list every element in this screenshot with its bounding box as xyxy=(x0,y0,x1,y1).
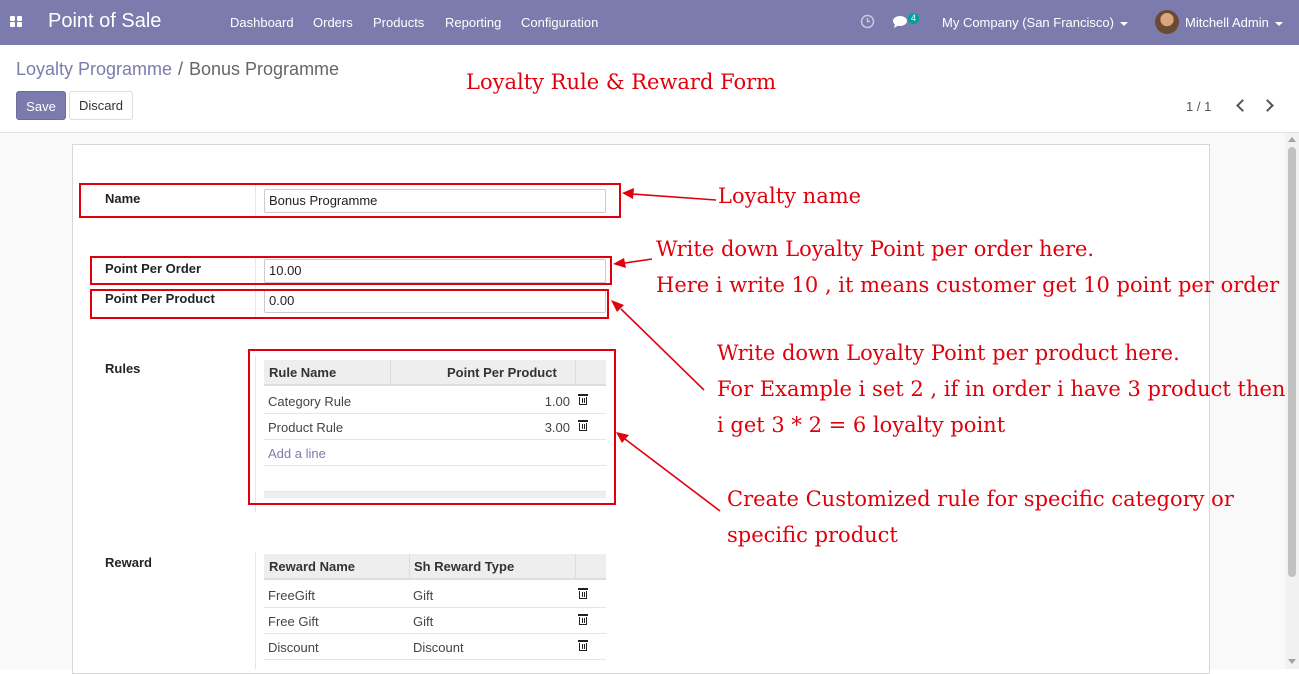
apps-menu-icon[interactable] xyxy=(10,16,23,28)
reward-type-cell: Gift xyxy=(413,614,434,629)
breadcrumb-parent[interactable]: Loyalty Programme xyxy=(16,59,172,80)
reward-label: Reward xyxy=(105,555,152,570)
reward-name-cell: Discount xyxy=(268,640,319,655)
annotation-title: Loyalty Rule & Reward Form xyxy=(466,70,777,94)
annotation-per-product-line3: i get 3 * 2 = 6 loyalty point xyxy=(717,413,1006,437)
menu-configuration[interactable]: Configuration xyxy=(521,15,598,30)
column-divider xyxy=(575,554,576,578)
annotation-per-product-line1: Write down Loyalty Point per product her… xyxy=(717,341,1180,365)
messages-icon[interactable] xyxy=(893,15,909,29)
vertical-scrollbar[interactable] xyxy=(1285,133,1299,669)
trash-icon[interactable] xyxy=(578,640,588,652)
breadcrumb-current: Bonus Programme xyxy=(189,59,340,79)
column-divider xyxy=(409,554,410,578)
avatar[interactable] xyxy=(1155,10,1179,34)
menu-dashboard[interactable]: Dashboard xyxy=(230,15,294,30)
table-row[interactable]: Discount Discount xyxy=(264,634,606,660)
rules-label: Rules xyxy=(105,361,141,376)
save-button[interactable]: Save xyxy=(16,91,66,120)
reward-name-cell: FreeGift xyxy=(268,588,315,603)
top-navbar: Point of Sale Dashboard Orders Products … xyxy=(0,0,1299,45)
annotation-per-product-line2: For Example i set 2 , if in order i have… xyxy=(717,377,1286,401)
trash-icon[interactable] xyxy=(578,588,588,600)
pager-next-icon[interactable] xyxy=(1262,97,1276,113)
scroll-thumb[interactable] xyxy=(1288,147,1296,577)
menu-reporting[interactable]: Reporting xyxy=(445,15,501,30)
discard-button[interactable]: Discard xyxy=(69,91,133,120)
trash-icon[interactable] xyxy=(578,614,588,626)
form-sheet xyxy=(72,144,1210,674)
column-reward-type[interactable]: Sh Reward Type xyxy=(414,559,514,574)
pager-value: 1 / 1 xyxy=(1186,99,1212,114)
activity-clock-icon[interactable] xyxy=(860,14,875,29)
reward-name-cell: Free Gift xyxy=(268,614,319,629)
chevron-down-icon xyxy=(1274,21,1283,26)
column-reward-name[interactable]: Reward Name xyxy=(269,559,355,574)
menu-products[interactable]: Products xyxy=(373,15,424,30)
messages-badge: 4 xyxy=(908,13,920,24)
company-switcher[interactable]: My Company (San Francisco) xyxy=(942,15,1128,30)
annotation-rules-line1: Create Customized rule for specific cate… xyxy=(727,487,1234,511)
reward-table-header: Reward Name Sh Reward Type xyxy=(264,554,606,580)
company-name: My Company (San Francisco) xyxy=(942,15,1114,30)
annotation-per-order-line2: Here i write 10 , it means customer get … xyxy=(656,273,1280,297)
scroll-down-icon[interactable] xyxy=(1288,659,1296,664)
field-divider xyxy=(255,552,256,669)
user-name: Mitchell Admin xyxy=(1185,15,1269,30)
app-brand[interactable]: Point of Sale xyxy=(48,10,161,33)
annotation-per-order-line1: Write down Loyalty Point per order here. xyxy=(656,237,1095,261)
user-menu[interactable]: Mitchell Admin xyxy=(1185,15,1283,30)
chevron-down-icon xyxy=(1119,21,1128,26)
annotation-box-rules xyxy=(248,349,616,505)
table-row[interactable]: FreeGift Gift xyxy=(264,582,606,608)
reward-table: Reward Name Sh Reward Type FreeGift Gift… xyxy=(264,554,606,669)
reward-type-cell: Discount xyxy=(413,640,464,655)
annotation-box-point-per-product xyxy=(90,289,609,319)
reward-type-cell: Gift xyxy=(413,588,434,603)
menu-orders[interactable]: Orders xyxy=(313,15,353,30)
annotation-rules-line2: specific product xyxy=(727,523,898,547)
scroll-up-icon[interactable] xyxy=(1288,137,1296,142)
breadcrumb-separator: / xyxy=(178,59,184,79)
annotation-box-name xyxy=(79,183,621,218)
table-row[interactable]: Free Gift Gift xyxy=(264,608,606,634)
pager-previous-icon[interactable] xyxy=(1234,97,1248,113)
annotation-loyalty-name: Loyalty name xyxy=(718,184,862,208)
annotation-box-point-per-order xyxy=(90,256,612,285)
